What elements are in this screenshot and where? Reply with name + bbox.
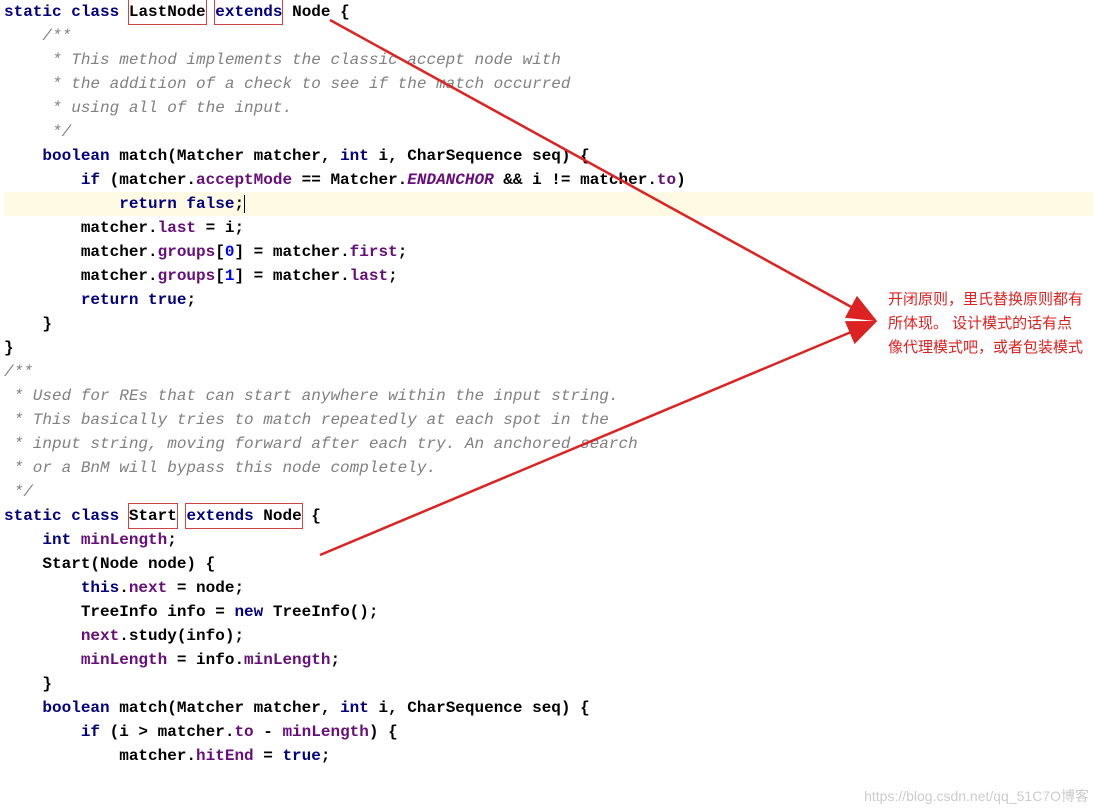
code-line: minLength = info.minLength;: [4, 648, 1093, 672]
code-line: matcher.groups[0] = matcher.first;: [4, 240, 1093, 264]
code-line: * This method implements the classic acc…: [4, 48, 1093, 72]
code-line: */: [4, 120, 1093, 144]
code-line: * using all of the input.: [4, 96, 1093, 120]
code-line: this.next = node;: [4, 576, 1093, 600]
code-line: */: [4, 480, 1093, 504]
code-line: int minLength;: [4, 528, 1093, 552]
highlight-box-lastnode: LastNode: [128, 0, 207, 25]
code-line: if (i > matcher.to - minLength) {: [4, 720, 1093, 744]
highlight-box-extends-node: extends Node: [185, 503, 302, 529]
code-line: matcher.hitEnd = true;: [4, 744, 1093, 768]
text-cursor: [244, 195, 245, 213]
code-line: boolean match(Matcher matcher, int i, Ch…: [4, 696, 1093, 720]
code-line: /**: [4, 24, 1093, 48]
code-line: next.study(info);: [4, 624, 1093, 648]
code-line: Start(Node node) {: [4, 552, 1093, 576]
code-line: * the addition of a check to see if the …: [4, 72, 1093, 96]
code-line: static class LastNode extends Node {: [4, 0, 1093, 24]
code-line: /**: [4, 360, 1093, 384]
code-line: matcher.last = i;: [4, 216, 1093, 240]
code-line: matcher.groups[1] = matcher.last;: [4, 264, 1093, 288]
highlight-box-extends: extends: [214, 0, 283, 25]
code-line: TreeInfo info = new TreeInfo();: [4, 600, 1093, 624]
code-line: }: [4, 672, 1093, 696]
code-line: if (matcher.acceptMode == Matcher.ENDANC…: [4, 168, 1093, 192]
watermark-text: https://blog.csdn.net/qq_51C7O博客: [864, 786, 1089, 806]
code-line-highlighted: return false;: [4, 192, 1093, 216]
code-line: * This basically tries to match repeated…: [4, 408, 1093, 432]
code-line: * or a BnM will bypass this node complet…: [4, 456, 1093, 480]
code-line: * Used for REs that can start anywhere w…: [4, 384, 1093, 408]
code-block: static class LastNode extends Node { /**…: [0, 0, 1097, 768]
highlight-box-start: Start: [128, 503, 178, 529]
code-line: boolean match(Matcher matcher, int i, Ch…: [4, 144, 1093, 168]
code-line: * input string, moving forward after eac…: [4, 432, 1093, 456]
code-line: static class Start extends Node {: [4, 504, 1093, 528]
annotation-text: 开闭原则，里氏替换原则都有 所体现。 设计模式的话有点 像代理模式吧，或者包装模…: [888, 288, 1088, 360]
